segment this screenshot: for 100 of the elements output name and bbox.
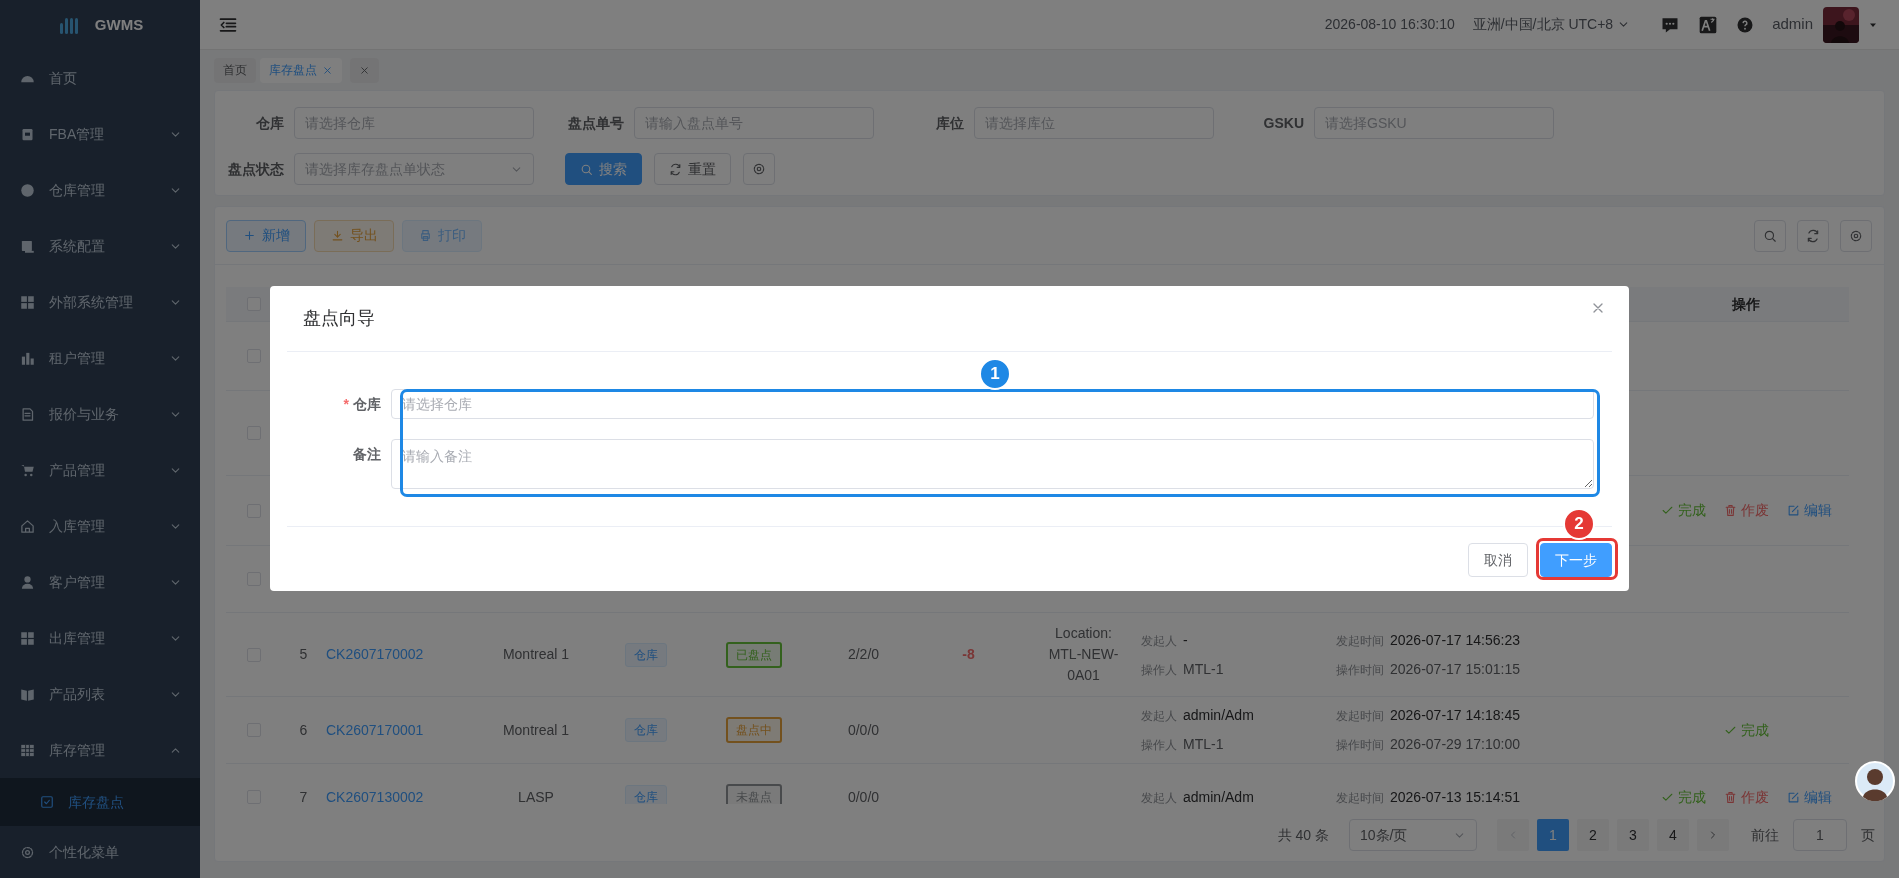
printer-icon xyxy=(418,229,432,242)
next-button[interactable]: 下一步 xyxy=(1540,543,1612,577)
sidebar-item[interactable]: 仓库管理 xyxy=(0,162,200,218)
date-time: 2026-08-10 16:30:10 xyxy=(1324,15,1455,34)
filter-label: 盘点状态 xyxy=(227,159,284,179)
row-number: 5 xyxy=(299,645,308,664)
field-value: 2026-07-13 15:14:51 xyxy=(1390,787,1520,804)
check-square-icon xyxy=(40,795,54,809)
page-unit: 页 xyxy=(1861,825,1875,845)
complete-button[interactable]: 完成 xyxy=(1660,500,1706,521)
cancel-button[interactable]: 取消 xyxy=(1468,543,1528,577)
id-card-icon xyxy=(20,126,35,142)
field-value: - xyxy=(1183,630,1188,650)
timezone-selector[interactable]: 亚洲/中国/北京 UTC+8 xyxy=(1472,14,1631,35)
settings-button[interactable] xyxy=(1840,219,1872,252)
dialog-title: 盘点向导 xyxy=(303,307,375,330)
void-button[interactable]: 作废 xyxy=(1723,786,1769,804)
field-value: 2026-07-17 14:18:45 xyxy=(1390,706,1520,725)
cart-icon xyxy=(20,462,35,478)
help-icon[interactable] xyxy=(1736,15,1755,34)
brand-name: GWMS xyxy=(94,14,144,35)
sidebar-item[interactable]: 入库管理 xyxy=(0,498,200,554)
order-link[interactable]: CK2607170002 xyxy=(326,644,424,665)
page-input[interactable]: 1 xyxy=(1793,819,1847,851)
edit-button[interactable]: 编辑 xyxy=(1786,500,1832,521)
sidebar-item[interactable]: 系统配置 xyxy=(0,218,200,274)
translate-icon[interactable] xyxy=(1698,14,1719,35)
table-cell-text: Location: MTL-NEW-0A01 xyxy=(1047,624,1120,685)
page-button[interactable]: 3 xyxy=(1617,819,1649,851)
settings-icon xyxy=(1849,228,1863,243)
export-button[interactable]: 导出 xyxy=(314,219,394,252)
sidebar-item[interactable]: 报价与业务 xyxy=(0,386,200,442)
sidebar-item[interactable]: 出库管理 xyxy=(0,610,200,666)
page-button[interactable]: 4 xyxy=(1657,819,1689,851)
order-link[interactable]: CK2607130002 xyxy=(326,786,424,804)
search-icon xyxy=(1763,228,1777,243)
page-tab[interactable]: 首页 xyxy=(214,57,256,83)
page-size-select[interactable]: 10条/页 xyxy=(1349,819,1477,851)
bar-chart-icon xyxy=(20,350,35,366)
edit-icon xyxy=(1786,790,1800,804)
field-value: admin/Adm xyxy=(1183,706,1254,725)
grid-icon xyxy=(20,294,35,310)
house-icon xyxy=(20,518,35,534)
close-icon xyxy=(359,64,370,76)
filter-label: 盘点单号 xyxy=(567,113,624,133)
sidebar-item[interactable]: 产品管理 xyxy=(0,442,200,498)
field-value: 2026-07-17 14:56:23 xyxy=(1390,630,1520,650)
goto-label: 前往 xyxy=(1751,825,1779,845)
edit-button[interactable]: 编辑 xyxy=(1786,786,1832,804)
sidebar-item[interactable]: 个性化菜单 xyxy=(0,826,200,878)
close-icon[interactable] xyxy=(322,64,333,76)
page-button[interactable]: 2 xyxy=(1577,819,1609,851)
field-value: MTL-1 xyxy=(1183,735,1224,754)
field-value: 2026-07-17 15:01:15 xyxy=(1390,659,1520,679)
assistant-avatar-icon[interactable] xyxy=(1855,761,1895,801)
person-icon xyxy=(20,574,35,590)
search-button[interactable] xyxy=(1754,219,1786,252)
settings-icon xyxy=(752,162,766,176)
sidebar-item[interactable]: 产品列表 xyxy=(0,666,200,722)
field-label: 备注 xyxy=(352,445,382,464)
sidebar-item[interactable]: 库存管理 xyxy=(0,722,200,778)
field-label: * 仓库 xyxy=(342,395,382,414)
complete-button[interactable]: 完成 xyxy=(1723,719,1769,741)
step-marker: 1 xyxy=(979,358,1011,390)
sidebar-item[interactable]: 租户管理 xyxy=(0,330,200,386)
sidebar-item[interactable]: 首页 xyxy=(0,50,200,106)
grid-icon xyxy=(20,630,35,646)
add-button[interactable]: 新增 xyxy=(226,219,306,252)
page-tab[interactable]: 库存盘点 xyxy=(260,57,342,83)
table-cell-text: -8 xyxy=(962,645,975,664)
close-all-button[interactable] xyxy=(350,57,379,83)
complete-button[interactable]: 完成 xyxy=(1660,786,1706,804)
type-tag: 仓库 xyxy=(625,785,667,804)
void-button[interactable]: 作废 xyxy=(1723,500,1769,521)
textarea-field[interactable]: 请输入备注 xyxy=(391,439,1594,489)
sidebar-item[interactable]: 客户管理 xyxy=(0,554,200,610)
sidebar-item[interactable]: 库存盘点 xyxy=(0,778,200,826)
search-button[interactable]: 搜索 xyxy=(565,153,642,185)
sidebar-item[interactable]: FBA管理 xyxy=(0,106,200,162)
row-number: 6 xyxy=(299,720,308,740)
settings-button[interactable] xyxy=(743,153,775,185)
document-icon xyxy=(20,406,35,422)
field-value: 2026-07-29 17:10:00 xyxy=(1390,735,1520,754)
sidebar-item[interactable]: 外部系统管理 xyxy=(0,274,200,330)
order-link[interactable]: CK2607170001 xyxy=(326,719,424,741)
plus-icon xyxy=(242,229,256,242)
column-header: 操作 xyxy=(1732,294,1760,314)
step-marker: 2 xyxy=(1563,508,1595,540)
check-icon xyxy=(1660,504,1674,517)
user-name[interactable]: admin xyxy=(1772,13,1813,36)
refresh-button[interactable] xyxy=(1797,219,1829,252)
filter-label: GSKU xyxy=(1262,113,1304,133)
page-button[interactable]: 1 xyxy=(1537,819,1569,851)
table-cell-text: 0/0/0 xyxy=(847,720,880,740)
reset-button[interactable]: 重置 xyxy=(654,153,731,185)
table-icon xyxy=(20,742,35,758)
search-icon xyxy=(580,162,593,176)
trash-icon xyxy=(1723,790,1737,804)
type-tag: 仓库 xyxy=(625,642,667,667)
total-count: 共 40 条 xyxy=(1277,825,1329,845)
